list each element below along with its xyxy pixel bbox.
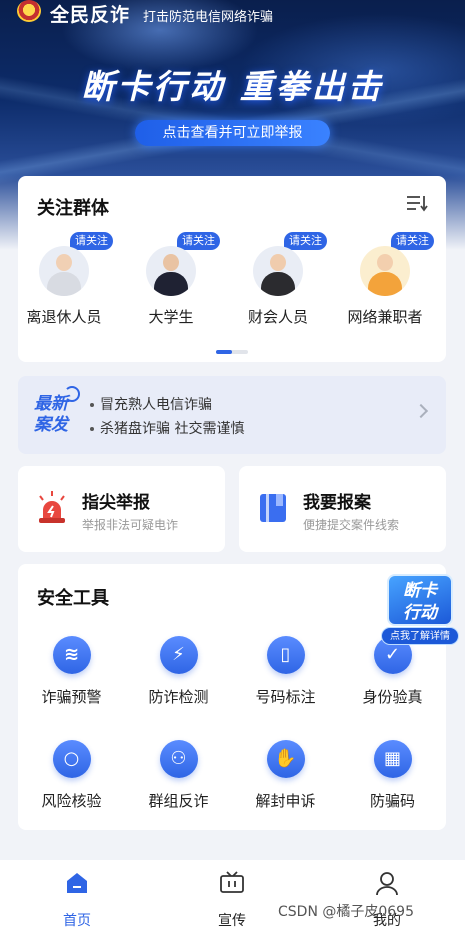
- report-subtitle: 便捷提交案件线索: [303, 518, 400, 532]
- focus-groups-card: 关注群体 请关注 离退休人员 请关注 大学生 请关注 财会人员 请关注 网络兼职…: [18, 176, 446, 362]
- pager-active-dot: [216, 350, 232, 354]
- police-emblem-icon: [17, 0, 41, 22]
- tool-fraud-check[interactable]: ⚡ 防诈检测: [125, 636, 232, 707]
- tip-report-card[interactable]: 指尖举报 举报非法可疑电诈: [18, 466, 225, 552]
- avatar: [253, 246, 303, 296]
- siren-icon: [39, 491, 65, 523]
- group-icon: ⚇: [159, 740, 198, 778]
- floating-badge-title: 断卡 行动: [387, 574, 453, 626]
- tool-label: 风险核验: [41, 792, 102, 810]
- group-label: 大学生: [148, 308, 194, 326]
- tool-group-antifraud[interactable]: ⚇ 群组反诈: [125, 740, 232, 811]
- carousel-pager: [216, 350, 248, 354]
- latest-cases-card[interactable]: 最新 案发 冒充熟人电信诈骗 杀猪盘诈骗 社交需谨慎: [18, 376, 446, 454]
- tool-antifraud-code[interactable]: ▦ 防骗码: [339, 740, 446, 811]
- person-icon: [376, 872, 398, 896]
- nav-label: 宣传: [218, 913, 246, 929]
- group-item-accountants[interactable]: 请关注 财会人员: [228, 232, 328, 327]
- group-label: 离退休人员: [26, 308, 102, 326]
- app-name: 全民反诈: [50, 4, 131, 26]
- floating-badge-pill: 点我了解详情: [381, 627, 459, 645]
- tool-label: 身份验真: [362, 688, 423, 706]
- tool-label: 防骗码: [369, 792, 415, 810]
- follow-tag: 请关注: [391, 232, 434, 250]
- report-title: 我要报案: [303, 493, 371, 513]
- sort-list-icon[interactable]: [406, 194, 428, 212]
- tool-number-label[interactable]: ▯ 号码标注: [232, 636, 339, 707]
- group-label: 财会人员: [247, 308, 308, 326]
- group-item-students[interactable]: 请关注 大学生: [121, 232, 221, 327]
- tool-label: 群组反诈: [148, 792, 209, 810]
- group-label: 网络兼职者: [347, 308, 423, 326]
- file-case-card[interactable]: 我要报案 便捷提交案件线索: [239, 466, 446, 552]
- tool-label: 解封申诉: [255, 792, 316, 810]
- case-book-icon: [260, 494, 286, 522]
- tool-risk-check[interactable]: ○ 风险核验: [18, 740, 125, 811]
- group-item-retirees[interactable]: 请关注 离退休人员: [14, 232, 114, 327]
- card-action-floating-badge[interactable]: 断卡 行动 点我了解详情: [381, 570, 459, 646]
- group-item-online-parttimers[interactable]: 请关注 网络兼职者: [335, 232, 435, 327]
- tool-identity-verify[interactable]: ✓ 身份验真: [339, 636, 446, 707]
- tool-unblock-appeal[interactable]: ✋ 解封申诉: [232, 740, 339, 811]
- focus-groups-title: 关注群体: [37, 198, 109, 219]
- nav-publicity[interactable]: 宣传: [192, 870, 272, 929]
- layers-icon: ≋: [52, 636, 91, 674]
- follow-tag: 请关注: [177, 232, 220, 250]
- phone-icon: ▯: [266, 636, 305, 674]
- report-title: 指尖举报: [82, 493, 150, 513]
- app-slogan: 打击防范电信网络诈骗: [143, 10, 274, 25]
- tool-label: 防诈检测: [148, 688, 209, 706]
- banner-cta-button[interactable]: 点击查看并可立即举报: [135, 120, 330, 146]
- tool-fraud-alert[interactable]: ≋ 诈骗预警: [18, 636, 125, 707]
- search-icon: ○: [52, 740, 91, 778]
- tool-label: 号码标注: [255, 688, 316, 706]
- avatar: [360, 246, 410, 296]
- tool-label: 诈骗预警: [41, 688, 102, 706]
- follow-tag: 请关注: [284, 232, 327, 250]
- shield-bolt-icon: ⚡: [159, 636, 198, 674]
- latest-case-item[interactable]: 杀猪盘诈骗 社交需谨慎: [90, 418, 244, 438]
- watermark: CSDN @橘子皮0695: [278, 904, 414, 920]
- avatar: [39, 246, 89, 296]
- follow-tag: 请关注: [70, 232, 113, 250]
- latest-case-item[interactable]: 冒充熟人电信诈骗: [90, 394, 212, 414]
- report-subtitle: 举报非法可疑电诈: [82, 518, 179, 532]
- nav-label: 首页: [63, 913, 91, 929]
- avatar: [146, 246, 196, 296]
- chevron-right-icon: [413, 403, 429, 419]
- tv-icon: [220, 871, 244, 893]
- home-icon: [67, 873, 87, 893]
- qr-code-icon: ▦: [373, 740, 412, 778]
- safety-tools-title: 安全工具: [37, 588, 109, 609]
- banner-title: 断卡行动 重拳出击: [81, 67, 384, 106]
- hand-icon: ✋: [266, 740, 305, 778]
- latest-cases-badge: 最新 案发: [34, 394, 68, 435]
- nav-home[interactable]: 首页: [37, 870, 117, 929]
